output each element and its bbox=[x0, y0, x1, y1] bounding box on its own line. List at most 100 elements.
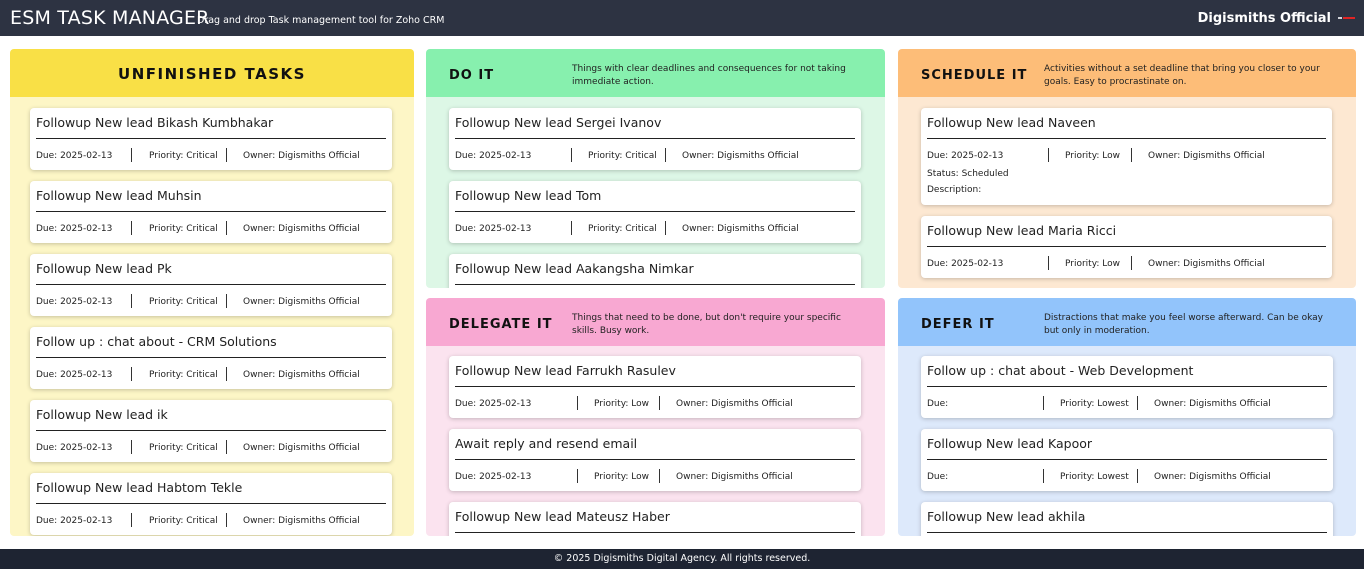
divider bbox=[927, 246, 1326, 247]
panel-description: Things with clear deadlines and conseque… bbox=[572, 64, 846, 87]
divider bbox=[36, 138, 386, 139]
task-owner: Owner: Digismiths Official bbox=[243, 370, 360, 380]
task-owner: Owner: Digismiths Official bbox=[676, 472, 793, 482]
task-title: Await reply and resend email bbox=[455, 436, 638, 451]
panel-do-it: DO IT Things with clear deadlines and co… bbox=[426, 49, 885, 288]
task-card[interactable]: Followup New lead Kapoor Due: Priority: … bbox=[921, 429, 1333, 491]
task-title: Followup New lead Aakangsha Nimkar bbox=[455, 261, 694, 276]
task-owner: Owner: Digismiths Official bbox=[243, 516, 360, 526]
task-priority: Priority: Lowest bbox=[1060, 399, 1129, 409]
panel-description: Activities without a set deadline that b… bbox=[1044, 64, 1320, 87]
task-card[interactable]: Follow up : chat about - Web Development… bbox=[921, 356, 1333, 418]
task-list[interactable]: Follow up : chat about - Web Development… bbox=[898, 346, 1356, 536]
task-card[interactable]: Followup New lead Habtom Tekle Due: 2025… bbox=[30, 473, 392, 535]
task-card[interactable]: Followup New lead Maria Ricci Due: 2025-… bbox=[921, 216, 1332, 278]
task-owner: Owner: Digismiths Official bbox=[243, 151, 360, 161]
task-title: Followup New lead Kapoor bbox=[927, 436, 1093, 451]
divider bbox=[36, 211, 386, 212]
org-menu-icon[interactable] bbox=[1338, 14, 1356, 22]
panel-title: DEFER IT bbox=[921, 317, 995, 332]
divider bbox=[131, 513, 132, 527]
divider bbox=[226, 294, 227, 308]
divider bbox=[571, 148, 572, 162]
divider bbox=[571, 221, 572, 235]
task-due: Due: 2025-02-13 bbox=[927, 259, 1004, 269]
panel-header: UNFINISHED TASKS bbox=[10, 49, 414, 97]
divider bbox=[131, 367, 132, 381]
panel-header: DEFER IT Distractions that make you feel… bbox=[898, 298, 1356, 346]
task-card[interactable]: Followup New lead akhila bbox=[921, 502, 1333, 536]
task-title: Followup New lead akhila bbox=[927, 509, 1086, 524]
panel-title: SCHEDULE IT bbox=[921, 68, 1028, 83]
task-due: Due: 2025-02-13 bbox=[927, 151, 1004, 161]
task-priority: Priority: Low bbox=[1065, 151, 1120, 161]
task-owner: Owner: Digismiths Official bbox=[1148, 259, 1265, 269]
task-card[interactable]: Followup New lead ik Due: 2025-02-13 Pri… bbox=[30, 400, 392, 462]
task-title: Followup New lead Mateusz Haber bbox=[455, 509, 670, 524]
divider bbox=[1043, 469, 1044, 483]
task-due: Due: 2025-02-13 bbox=[455, 399, 532, 409]
task-card[interactable]: Followup New lead Mateusz Haber bbox=[449, 502, 861, 536]
divider bbox=[927, 386, 1327, 387]
task-priority: Priority: Critical bbox=[149, 443, 218, 453]
task-card[interactable]: Followup New lead Pk Due: 2025-02-13 Pri… bbox=[30, 254, 392, 316]
task-card[interactable]: Follow up : chat about - CRM Solutions D… bbox=[30, 327, 392, 389]
task-owner: Owner: Digismiths Official bbox=[1154, 399, 1271, 409]
task-list[interactable]: Followup New lead Farrukh Rasulev Due: 2… bbox=[426, 346, 885, 536]
divider bbox=[36, 503, 386, 504]
task-status: Status: Scheduled bbox=[927, 169, 1009, 179]
task-title: Followup New lead Sergei Ivanov bbox=[455, 115, 662, 130]
divider bbox=[1048, 256, 1049, 270]
divider bbox=[226, 367, 227, 381]
divider bbox=[131, 148, 132, 162]
panel-description: Things that need to be done, but don't r… bbox=[572, 313, 841, 336]
task-due: Due: 2025-02-13 bbox=[455, 151, 532, 161]
divider bbox=[455, 138, 855, 139]
panel-title: DELEGATE IT bbox=[449, 317, 553, 332]
task-card[interactable]: Followup New lead Muhsin Due: 2025-02-13… bbox=[30, 181, 392, 243]
task-list[interactable]: Followup New lead Naveen Due: 2025-02-13… bbox=[898, 97, 1356, 288]
divider bbox=[927, 532, 1327, 533]
panel-delegate-it: DELEGATE IT Things that need to be done,… bbox=[426, 298, 885, 536]
divider bbox=[455, 459, 855, 460]
task-owner: Owner: Digismiths Official bbox=[682, 151, 799, 161]
divider bbox=[1043, 396, 1044, 410]
task-priority: Priority: Critical bbox=[149, 224, 218, 234]
footer: © 2025 Digismiths Digital Agency. All ri… bbox=[0, 549, 1364, 569]
task-owner: Owner: Digismiths Official bbox=[243, 297, 360, 307]
divider bbox=[1048, 148, 1049, 162]
panel-description: Distractions that make you feel worse af… bbox=[1044, 313, 1323, 336]
panel-title: DO IT bbox=[449, 68, 495, 83]
divider bbox=[131, 221, 132, 235]
task-due: Due: bbox=[927, 472, 949, 482]
task-owner: Owner: Digismiths Official bbox=[243, 224, 360, 234]
task-owner: Owner: Digismiths Official bbox=[676, 399, 793, 409]
task-due: Due: 2025-02-13 bbox=[455, 472, 532, 482]
task-due: Due: 2025-02-13 bbox=[36, 297, 113, 307]
divider bbox=[36, 284, 386, 285]
task-title: Followup New lead ik bbox=[36, 407, 168, 422]
panel-defer-it: DEFER IT Distractions that make you feel… bbox=[898, 298, 1356, 536]
task-title: Followup New lead Maria Ricci bbox=[927, 223, 1117, 238]
task-list[interactable]: Followup New lead Bikash Kumbhakar Due: … bbox=[10, 97, 414, 536]
task-priority: Priority: Low bbox=[1065, 259, 1120, 269]
task-card[interactable]: Followup New lead Bikash Kumbhakar Due: … bbox=[30, 108, 392, 170]
task-card[interactable]: Followup New lead Farrukh Rasulev Due: 2… bbox=[449, 356, 861, 418]
task-due: Due: bbox=[927, 399, 949, 409]
task-owner: Owner: Digismiths Official bbox=[1154, 472, 1271, 482]
task-card[interactable]: Followup New lead Aakangsha Nimkar bbox=[449, 254, 861, 288]
task-card[interactable]: Await reply and resend email Due: 2025-0… bbox=[449, 429, 861, 491]
task-due: Due: 2025-02-13 bbox=[36, 516, 113, 526]
task-card[interactable]: Followup New lead Sergei Ivanov Due: 202… bbox=[449, 108, 861, 170]
org-name[interactable]: Digismiths Official bbox=[1198, 11, 1331, 26]
divider bbox=[455, 532, 855, 533]
task-card[interactable]: Followup New lead Naveen Due: 2025-02-13… bbox=[921, 108, 1332, 205]
task-list[interactable]: Followup New lead Sergei Ivanov Due: 202… bbox=[426, 97, 885, 288]
task-due: Due: 2025-02-13 bbox=[36, 151, 113, 161]
task-priority: Priority: Critical bbox=[588, 224, 657, 234]
divider bbox=[131, 294, 132, 308]
task-priority: Priority: Critical bbox=[149, 370, 218, 380]
task-card[interactable]: Followup New lead Tom Due: 2025-02-13 Pr… bbox=[449, 181, 861, 243]
task-description: Description: bbox=[927, 185, 982, 195]
task-owner: Owner: Digismiths Official bbox=[243, 443, 360, 453]
